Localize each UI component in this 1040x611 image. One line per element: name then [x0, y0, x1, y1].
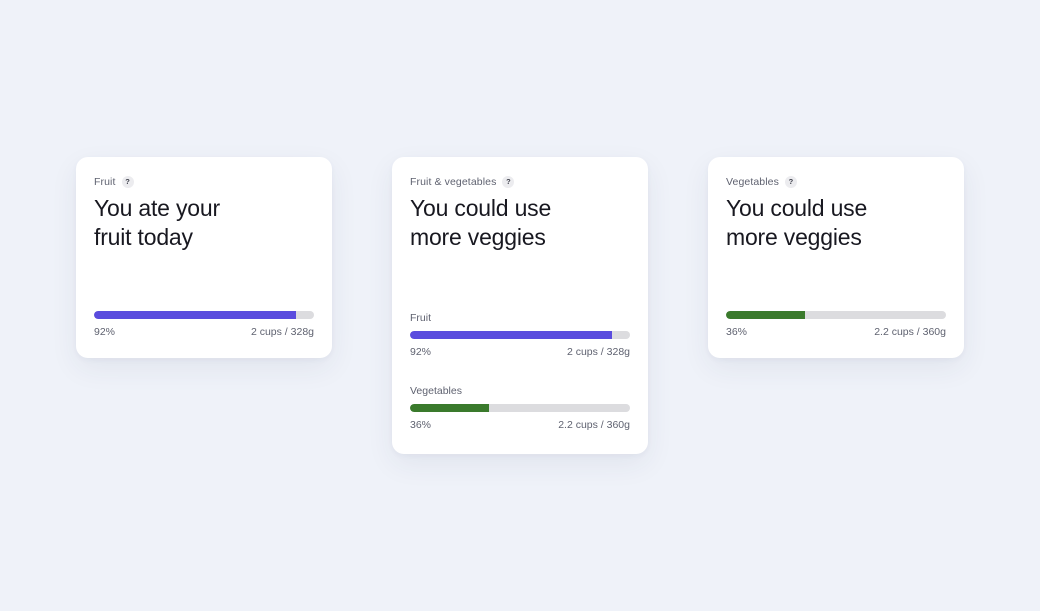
vegetables-progress-bar	[726, 311, 946, 319]
fruit-progress-fill	[410, 331, 613, 339]
fruit-percent: 92%	[410, 346, 432, 358]
headline-line-1: You could use	[410, 195, 552, 221]
vegetables-progress-fill	[410, 404, 490, 412]
page: { "colors": { "fruit": "#5a4cde", "veget…	[0, 0, 1040, 611]
card-category: Vegetables	[726, 176, 779, 188]
headline-line-1: You could use	[726, 195, 868, 221]
vegetables-percent: 36%	[410, 419, 432, 431]
fruit-progress-fill	[94, 311, 297, 319]
fruit-percent: 92%	[94, 326, 116, 338]
fruit-card: Fruit ? You ate your fruit today 92% 2 c…	[76, 157, 332, 358]
card-headline: You ate your fruit today	[94, 194, 269, 252]
card-headline: You could use more veggies	[726, 194, 901, 252]
metric-label: Fruit	[410, 312, 431, 324]
vegetables-progress-fill	[726, 311, 806, 319]
fruit-metric: Fruit 92% 2 cups / 328g	[410, 312, 630, 358]
help-icon[interactable]: ?	[784, 176, 797, 188]
fruit-amount: 2 cups / 328g	[250, 326, 314, 338]
vegetables-amount: 2.2 cups / 360g	[558, 419, 630, 431]
metric-stats: 92% 2 cups / 328g	[410, 346, 630, 358]
fruit-and-vegetables-card: Fruit & vegetables ? You could use more …	[392, 157, 648, 454]
card-headline: You could use more veggies	[410, 194, 585, 252]
fruit-progress-bar	[410, 331, 630, 339]
metric-stats: 36% 2.2 cups / 360g	[410, 419, 630, 431]
headline-line-2: fruit today	[94, 224, 193, 250]
headline-line-2: more veggies	[726, 224, 862, 250]
fruit-progress-bar	[94, 311, 314, 319]
vegetables-percent: 36%	[726, 326, 748, 338]
card-header: Vegetables ?	[726, 175, 946, 189]
vegetables-card: Vegetables ? You could use more veggies …	[708, 157, 964, 358]
metric-label: Vegetables	[410, 385, 462, 397]
card-header: Fruit ?	[94, 175, 314, 189]
metric-stats: 36% 2.2 cups / 360g	[726, 326, 946, 338]
vegetables-progress-bar	[410, 404, 630, 412]
help-icon[interactable]: ?	[121, 176, 134, 188]
headline-line-1: You ate your	[94, 195, 220, 221]
fruit-metric: 92% 2 cups / 328g	[94, 311, 314, 338]
vegetables-metric: Vegetables 36% 2.2 cups / 360g	[410, 385, 630, 431]
headline-line-2: more veggies	[410, 224, 546, 250]
vegetables-metric: 36% 2.2 cups / 360g	[726, 311, 946, 338]
card-header: Fruit & vegetables ?	[410, 175, 630, 189]
fruit-amount: 2 cups / 328g	[566, 346, 630, 358]
vegetables-amount: 2.2 cups / 360g	[874, 326, 946, 338]
help-icon[interactable]: ?	[502, 176, 515, 188]
card-category: Fruit	[94, 176, 116, 188]
card-category: Fruit & vegetables	[410, 176, 497, 188]
metric-stats: 92% 2 cups / 328g	[94, 326, 314, 338]
